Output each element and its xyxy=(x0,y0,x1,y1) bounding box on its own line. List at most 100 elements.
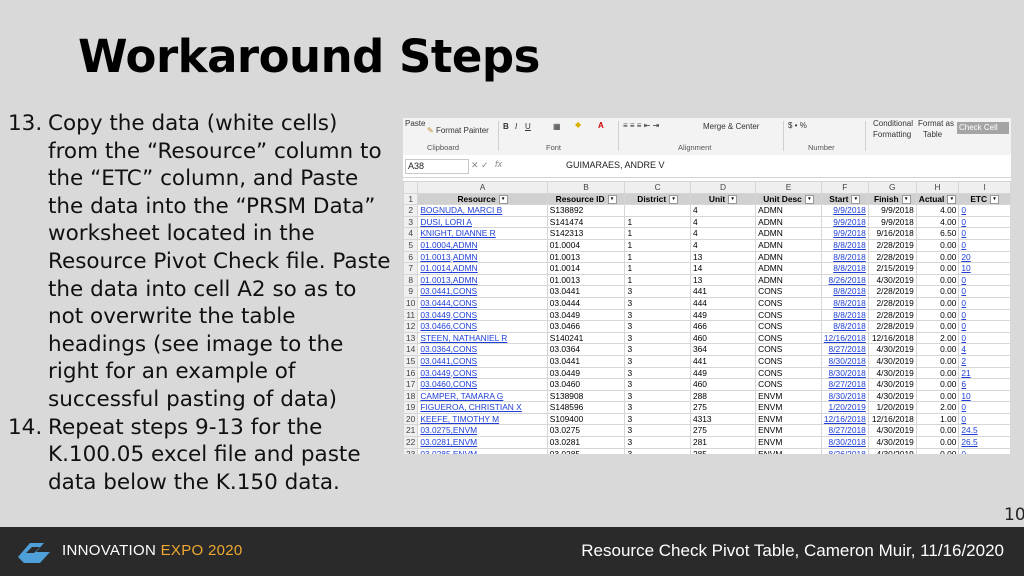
row-number[interactable]: 22 xyxy=(403,436,419,449)
column-letter[interactable]: F xyxy=(820,181,869,194)
table-cell[interactable]: 0 xyxy=(958,238,1011,252)
conditional-formatting-label[interactable]: Conditional xyxy=(873,119,913,128)
table-cell[interactable]: 3 xyxy=(624,412,691,426)
row-number[interactable]: 15 xyxy=(403,354,419,368)
table-cell[interactable]: 4 xyxy=(689,238,757,252)
table-cell[interactable]: 3 xyxy=(624,296,691,310)
table-cell[interactable]: 03.0285,ENVM xyxy=(417,447,548,454)
table-cell[interactable]: 1 xyxy=(624,262,691,275)
table-cell[interactable]: 460 xyxy=(689,378,757,391)
table-cell[interactable]: 1.00 xyxy=(915,412,960,426)
row-number[interactable]: 14 xyxy=(403,343,419,356)
format-as-table-label-2[interactable]: Table xyxy=(923,130,942,139)
column-header[interactable]: Unit Desc ▾ xyxy=(755,192,822,206)
borders-icon[interactable]: ▦ xyxy=(553,122,561,131)
table-cell[interactable]: 4/30/2019 xyxy=(867,424,917,438)
table-cell[interactable]: 0.00 xyxy=(915,308,960,322)
filter-dropdown-icon[interactable]: ▾ xyxy=(728,194,738,204)
row-number[interactable]: 6 xyxy=(403,250,419,264)
table-cell[interactable]: 441 xyxy=(689,285,757,298)
table-cell[interactable]: 4 xyxy=(689,204,757,217)
table-cell[interactable]: 03.0281,ENVM xyxy=(417,436,548,449)
column-header[interactable]: Unit ▾ xyxy=(689,192,757,206)
table-cell[interactable]: 12/16/2018 xyxy=(867,412,917,426)
column-letter[interactable]: C xyxy=(624,181,691,194)
table-cell[interactable]: 3 xyxy=(624,343,691,356)
table-cell[interactable]: 9/16/2018 xyxy=(867,227,917,240)
table-cell[interactable]: 01.0013,ADMN xyxy=(417,273,548,287)
table-cell[interactable]: 21 xyxy=(958,366,1011,380)
row-number[interactable]: 21 xyxy=(403,424,419,438)
table-cell[interactable]: 03.0460 xyxy=(546,378,626,391)
table-cell[interactable]: 3 xyxy=(624,308,691,322)
filter-dropdown-icon[interactable]: ▾ xyxy=(607,194,617,204)
row-number[interactable]: 19 xyxy=(403,401,419,414)
table-cell[interactable]: 4313 xyxy=(689,412,757,426)
table-cell[interactable]: 3 xyxy=(624,285,691,298)
table-cell[interactable]: ADMN xyxy=(755,204,822,217)
table-row[interactable]: 5 01.0004,ADMN 01.0004 1 4 ADMN 8/8/2018 2/28/2… xyxy=(403,238,1011,252)
table-cell[interactable]: 0 xyxy=(958,401,1011,414)
table-cell[interactable]: 0 xyxy=(958,204,1011,217)
table-cell[interactable]: 01.0004 xyxy=(546,238,626,252)
table-cell[interactable]: ENVM xyxy=(755,436,822,449)
column-header[interactable]: Actual ▾ xyxy=(915,192,960,206)
table-cell[interactable]: 0.00 xyxy=(915,285,960,298)
table-cell[interactable]: 8/8/2018 xyxy=(820,250,869,264)
table-cell[interactable]: 3 xyxy=(624,331,691,345)
table-cell[interactable]: 275 xyxy=(689,401,757,414)
table-cell[interactable]: 449 xyxy=(689,308,757,322)
table-cell[interactable]: 03.0441 xyxy=(546,285,626,298)
table-cell[interactable]: 03.0441 xyxy=(546,354,626,368)
row-number[interactable]: 8 xyxy=(403,273,419,287)
table-cell[interactable]: 01.0014,ADMN xyxy=(417,262,548,275)
table-row[interactable]: 19 FIGUEROA, CHRISTIAN X S148596 3 275 ENVM 1/… xyxy=(403,401,1011,414)
table-cell[interactable]: 1 xyxy=(624,273,691,287)
row-number[interactable]: 2 xyxy=(403,204,419,217)
table-cell[interactable]: CONS xyxy=(755,366,822,380)
table-cell[interactable]: 13 xyxy=(689,273,757,287)
table-cell[interactable]: ADMN xyxy=(755,215,822,229)
row-number[interactable]: 1 xyxy=(403,192,419,206)
column-header[interactable]: Resource ID ▾ xyxy=(546,192,626,206)
filter-dropdown-icon[interactable]: ▾ xyxy=(990,194,1000,204)
table-cell[interactable]: 0.00 xyxy=(915,436,960,449)
table-cell[interactable]: 1 xyxy=(624,227,691,240)
table-cell[interactable]: 4/30/2019 xyxy=(867,389,917,403)
table-cell[interactable]: 2.00 xyxy=(915,331,960,345)
enter-icon[interactable]: ✓ xyxy=(481,160,489,171)
table-row[interactable]: 8 01.0013,ADMN 01.0013 1 13 ADMN 8/26/2018 4/30… xyxy=(403,273,1011,287)
table-cell[interactable]: 8/26/2018 xyxy=(820,447,869,454)
table-row[interactable]: 2 BOGNUDA, MARCI B S138892 4 ADMN 9/9/2018 9/9… xyxy=(403,204,1011,217)
filter-dropdown-icon[interactable]: ▾ xyxy=(498,194,508,204)
table-cell[interactable]: 8/8/2018 xyxy=(820,320,869,333)
table-cell[interactable]: 03.0285 xyxy=(546,447,626,454)
table-cell[interactable]: 3 xyxy=(624,447,691,454)
table-cell[interactable]: 4 xyxy=(958,343,1011,356)
table-cell[interactable]: CONS xyxy=(755,354,822,368)
table-cell[interactable]: 0.00 xyxy=(915,250,960,264)
column-letter[interactable]: A xyxy=(417,181,548,194)
table-cell[interactable]: 285 xyxy=(689,447,757,454)
table-cell[interactable]: 0 xyxy=(958,285,1011,298)
table-cell[interactable]: 0.00 xyxy=(915,354,960,368)
table-cell[interactable]: 03.0444 xyxy=(546,296,626,310)
table-row[interactable]: 17 03.0460,CONS 03.0460 3 460 CONS 8/27/2018 4/… xyxy=(403,378,1011,391)
table-cell[interactable]: 10 xyxy=(958,262,1011,275)
column-header[interactable]: District ▾ xyxy=(624,192,691,206)
table-cell[interactable]: 0.00 xyxy=(915,320,960,333)
table-cell[interactable]: ADMN xyxy=(755,273,822,287)
table-row[interactable]: 20 KEEFE, TIMOTHY M S109400 3 4313 ENVM 12/16/… xyxy=(403,412,1011,426)
table-cell[interactable]: 1/20/2019 xyxy=(867,401,917,414)
column-letter[interactable]: I xyxy=(958,181,1011,194)
table-cell[interactable]: 03.0275 xyxy=(546,424,626,438)
table-cell[interactable]: DUSI, LORI A xyxy=(417,215,548,229)
table-cell[interactable]: 1 xyxy=(624,238,691,252)
table-row[interactable]: 18 CAMPER, TAMARA G S138908 3 288 ENVM 8/30/20… xyxy=(403,389,1011,403)
row-number[interactable]: 13 xyxy=(403,331,419,345)
table-row[interactable]: 6 01.0013,ADMN 01.0013 1 13 ADMN 8/8/2018 2/28/… xyxy=(403,250,1011,264)
format-as-table-label[interactable]: Format as xyxy=(918,119,954,128)
table-cell[interactable]: CONS xyxy=(755,331,822,345)
table-cell[interactable]: 8/8/2018 xyxy=(820,238,869,252)
table-cell[interactable]: 281 xyxy=(689,436,757,449)
